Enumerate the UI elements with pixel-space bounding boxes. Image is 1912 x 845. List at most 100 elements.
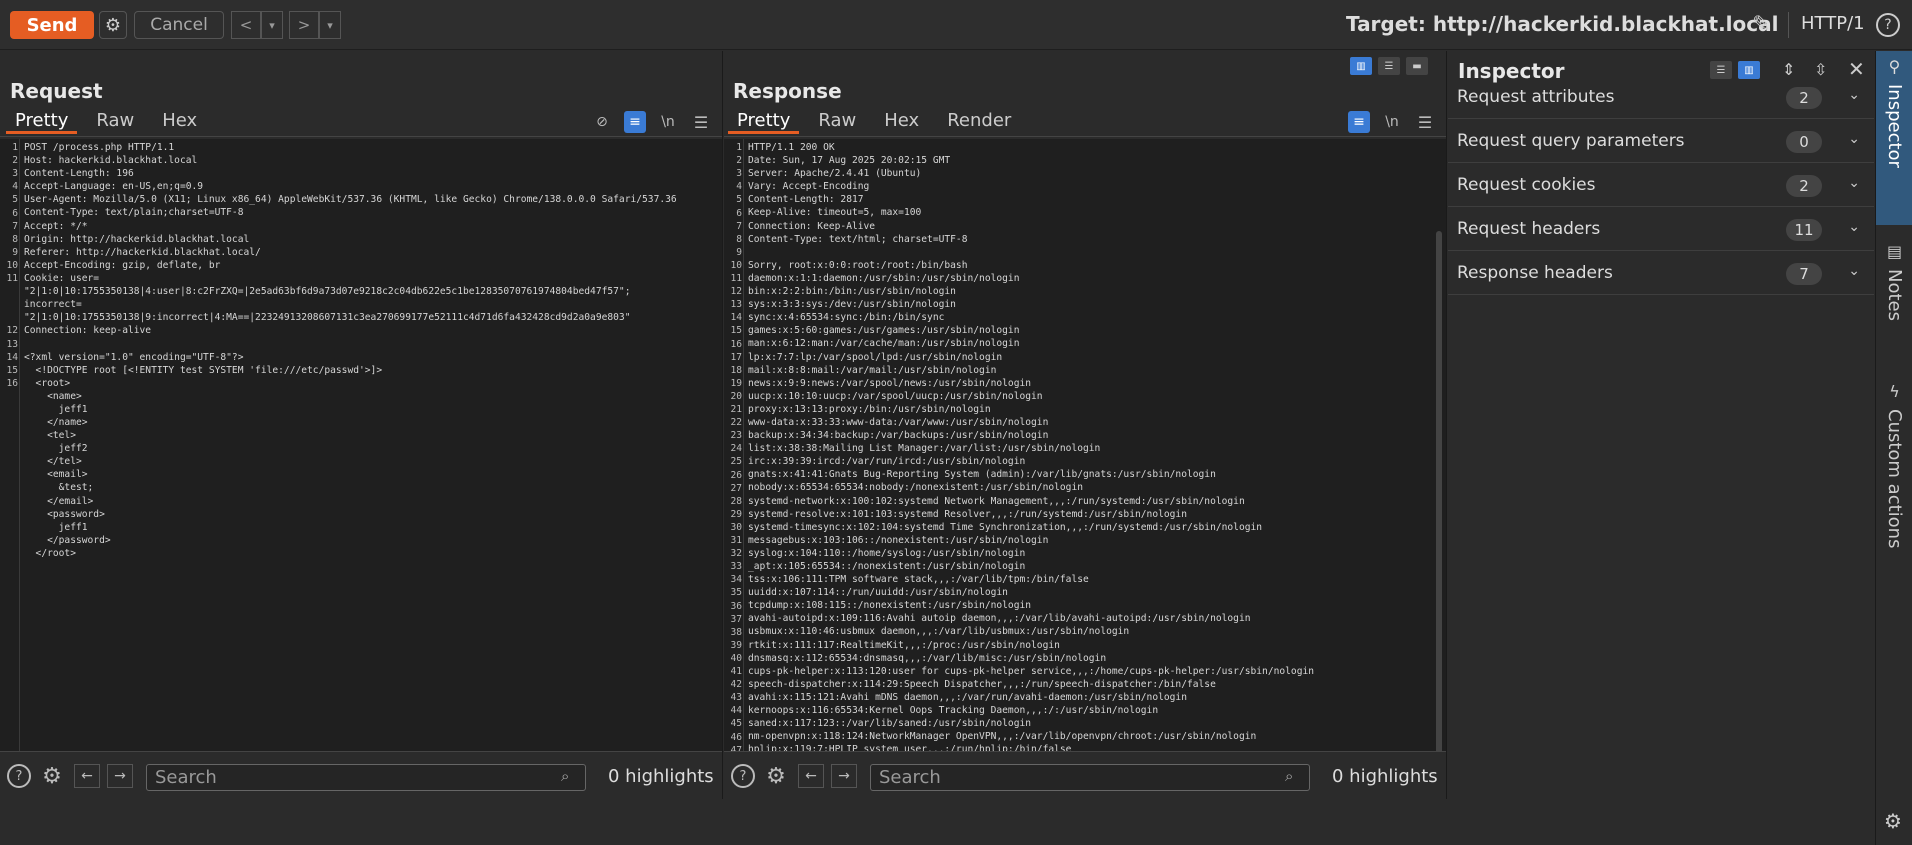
request-code[interactable]: POST /process.php HTTP/1.1 Host: hackerki… <box>24 141 712 560</box>
hide-icon[interactable]: ⊘ <box>591 111 613 133</box>
code-line: jeff1 <box>24 521 88 533</box>
scrollbar[interactable] <box>1436 231 1442 789</box>
tab-hex[interactable]: Hex <box>875 110 928 134</box>
gear-icon[interactable]: ⚙ <box>1884 809 1902 833</box>
back-dropdown-icon[interactable]: ▾ <box>261 11 283 39</box>
line-number: 46 <box>730 731 742 743</box>
next-arrow-icon[interactable]: → <box>831 764 857 788</box>
line-number: 6 <box>736 207 742 219</box>
response-title: Response <box>733 79 842 103</box>
sidebar-tab-notes[interactable]: ▤ Notes <box>1876 236 1912 396</box>
toolbar: Send ⚙ Cancel < ▾ > ▾ Target: http://hac… <box>0 0 1912 50</box>
row-label: Request headers <box>1457 219 1601 239</box>
line-number: 6 <box>12 207 18 219</box>
code-line: </email> <box>24 495 94 507</box>
code-line: tcpdump:x:108:115::/nonexistent:/usr/sbi… <box>748 600 1032 612</box>
code-line: <password> <box>24 508 105 520</box>
cancel-button[interactable]: Cancel <box>134 11 224 39</box>
line-number: 41 <box>730 666 742 677</box>
tab-raw[interactable]: Raw <box>809 110 865 134</box>
line-number: 25 <box>730 456 742 468</box>
code-line: cups-pk-helper:x:113:120:user for cups-p… <box>748 665 1315 677</box>
code-line: Accept: */* <box>24 220 88 232</box>
line-number: 20 <box>730 390 742 402</box>
code-line: Content-Length: 2817 <box>748 194 864 206</box>
response-tabs: Pretty Raw Hex Render <box>728 110 1030 134</box>
chevron-down-icon: ⌄ <box>1848 87 1860 103</box>
line-number: 29 <box>730 508 742 520</box>
newline-icon[interactable]: \n <box>657 111 679 133</box>
line-number: 42 <box>730 679 742 691</box>
send-button[interactable]: Send <box>10 11 94 39</box>
chevron-down-icon: ⌄ <box>1848 263 1860 279</box>
line-number: 32 <box>730 548 742 560</box>
code-line: &test; <box>24 482 94 494</box>
code-line: Content-Type: text/plain;charset=UTF-8 <box>24 207 244 219</box>
help-icon[interactable]: ? <box>731 764 755 788</box>
wrap-icon[interactable]: ≡ <box>624 111 646 133</box>
code-line: uucp:x:10:10:uucp:/var/spool/uucp:/usr/s… <box>748 390 1043 402</box>
code-line: syslog:x:104:110::/home/syslog:/usr/sbin… <box>748 547 1026 559</box>
line-number: 13 <box>6 338 18 350</box>
previous-arrow-icon[interactable]: ← <box>74 764 100 788</box>
tab-pretty[interactable]: Pretty <box>728 110 800 134</box>
response-editor[interactable]: 1 2 3 4 5 6 7 8 9 10 11 12 13 14 15 16 17 18 19 20 21 22 23 24 2… <box>724 139 1446 789</box>
code-line: Accept-Encoding: gzip, deflate, br <box>24 259 221 271</box>
search-input[interactable]: Search <box>870 764 1310 791</box>
code-line: Vary: Accept-Encoding <box>748 181 870 193</box>
inspector-row-request-headers[interactable]: Request headers 11 ⌄ <box>1448 207 1874 251</box>
tab-pretty[interactable]: Pretty <box>6 110 78 134</box>
help-icon[interactable]: ? <box>1876 13 1900 37</box>
sidebar-tab-label: Custom actions <box>1884 409 1905 549</box>
code-line: Sorry, root:x:0:0:root:/root:/bin/bash <box>748 259 968 271</box>
inspector-row-request-cookies[interactable]: Request cookies 2 ⌄ <box>1448 163 1874 207</box>
menu-icon[interactable]: ☰ <box>690 111 712 133</box>
menu-icon[interactable]: ☰ <box>1414 111 1436 133</box>
tab-hex[interactable]: Hex <box>153 110 206 134</box>
forward-dropdown-icon[interactable]: ▾ <box>319 11 341 39</box>
code-line: dnsmasq:x:112:65534:dnsmasq,,,:/var/lib/… <box>748 652 1107 664</box>
response-code[interactable]: HTTP/1.1 200 OK Date: Sun, 17 Aug 2025 20… <box>748 141 1436 789</box>
search-input[interactable]: Search <box>146 764 586 791</box>
count-badge: 2 <box>1786 175 1822 197</box>
tab-render[interactable]: Render <box>938 110 1020 134</box>
search-icon: ⌕ <box>561 767 570 785</box>
tab-raw[interactable]: Raw <box>87 110 143 134</box>
code-line: systemd-resolve:x:101:103:systemd Resolv… <box>748 508 1187 520</box>
inspector-row-query-parameters[interactable]: Request query parameters 0 ⌄ <box>1448 119 1874 163</box>
code-line: bin:x:2:2:bin:/bin:/usr/sbin/nologin <box>748 286 956 298</box>
back-button[interactable]: < <box>231 11 261 39</box>
line-number: 33 <box>730 561 742 573</box>
code-line: <name> <box>24 390 82 402</box>
request-editor[interactable]: 1 2 3 4 5 6 7 8 9 10 11 12 13 14 15 16 POST /process.ph… <box>0 139 722 789</box>
newline-icon[interactable]: \n <box>1381 111 1403 133</box>
help-icon[interactable]: ? <box>7 764 31 788</box>
pencil-icon[interactable]: ✎ <box>1752 12 1770 37</box>
next-arrow-icon[interactable]: → <box>107 764 133 788</box>
protocol-label[interactable]: HTTP/1 <box>1801 13 1865 34</box>
line-number: 15 <box>730 325 742 337</box>
wrap-icon[interactable]: ≡ <box>1348 111 1370 133</box>
inspector-row-request-attributes[interactable]: Request attributes 2 ⌄ <box>1448 75 1874 119</box>
line-number: 9 <box>736 246 742 258</box>
inspector-row-response-headers[interactable]: Response headers 7 ⌄ <box>1448 251 1874 295</box>
gear-icon[interactable]: ⚙ <box>99 11 127 39</box>
response-pane: ▥ ☰ ▬ Response Pretty Raw Hex Render ≡ \… <box>724 51 1447 799</box>
code-line: sys:x:3:3:sys:/dev:/usr/sbin/nologin <box>748 299 956 311</box>
split-vertical-icon[interactable]: ☰ <box>1378 57 1400 75</box>
line-number: 13 <box>730 299 742 311</box>
gear-icon[interactable]: ⚙ <box>40 764 64 789</box>
gear-icon[interactable]: ⚙ <box>764 764 788 789</box>
tabbed-layout-icon[interactable]: ▬ <box>1406 57 1428 75</box>
line-number: 4 <box>12 181 18 193</box>
code-line: uuidd:x:107:114::/run/uuidd:/usr/sbin/no… <box>748 587 1008 599</box>
code-line: Content-Length: 196 <box>24 168 134 180</box>
code-line: proxy:x:13:13:proxy:/bin:/usr/sbin/nolog… <box>748 403 991 415</box>
sidebar-tab-custom-actions[interactable]: ϟ Custom actions <box>1876 376 1912 646</box>
forward-button[interactable]: > <box>289 11 319 39</box>
sidebar-tab-inspector[interactable]: ⚲ Inspector <box>1876 51 1912 225</box>
previous-arrow-icon[interactable]: ← <box>798 764 824 788</box>
split-horizontal-icon[interactable]: ▥ <box>1350 57 1372 75</box>
line-number: 19 <box>730 377 742 389</box>
